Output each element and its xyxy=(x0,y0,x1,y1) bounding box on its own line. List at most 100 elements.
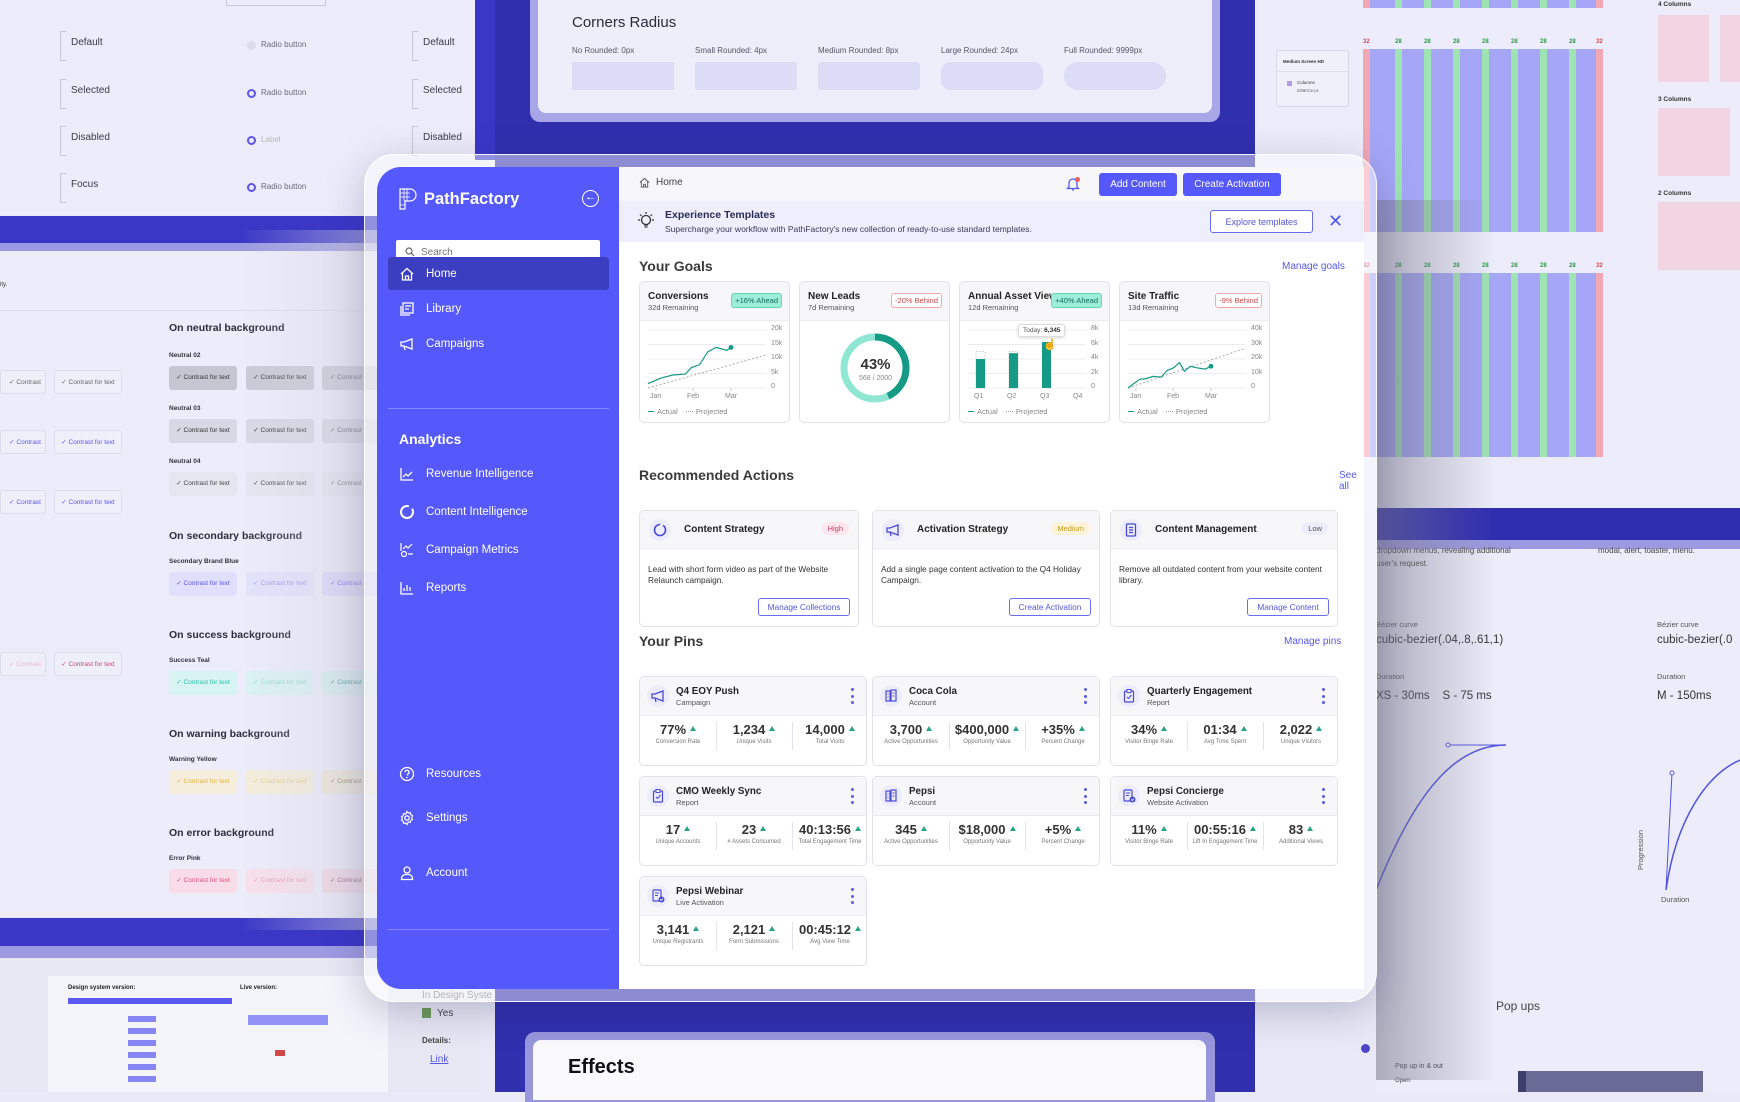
search-input[interactable] xyxy=(421,246,581,258)
trend-up-icon xyxy=(690,726,697,731)
sidebar-item-label: Campaigns xyxy=(426,337,485,350)
legend-projected-swatch xyxy=(685,411,693,412)
x-tick-label: Q2 xyxy=(1007,393,1017,400)
link-text[interactable]: Link xyxy=(430,1054,448,1065)
pin-card[interactable]: Pepsi Concierge Website Activation 11% Visi… xyxy=(1110,776,1338,866)
lightbulb-icon xyxy=(638,212,654,228)
goal-card[interactable]: Annual Asset Views 12d Remaining +40% Ahea… xyxy=(959,281,1110,423)
your-goals-title: Your Goals xyxy=(639,258,713,274)
radio-button-sample[interactable] xyxy=(247,41,256,50)
sidebar-item-campaign-metrics[interactable]: Campaign Metrics xyxy=(388,533,609,566)
more-options-icon[interactable] xyxy=(1083,788,1087,804)
pin-card[interactable]: Pepsi Webinar Live Activation 3,141 Unique … xyxy=(639,876,867,966)
pin-card[interactable]: Pepsi Account 345 Active Opportunities $18,0… xyxy=(872,776,1100,866)
collapse-sidebar-button[interactable]: ← xyxy=(582,190,599,207)
corner-radius-label: Large Rounded: 24px xyxy=(941,46,1018,55)
breadcrumb[interactable]: Home xyxy=(639,177,683,188)
sidebar-item-campaigns[interactable]: Campaigns xyxy=(388,327,609,360)
pin-metric: 40:13:56 Total Engagement Time xyxy=(792,822,866,845)
goal-card[interactable]: Site Traffic 13d Remaining -9% Behind 0 10k 2… xyxy=(1119,281,1270,423)
contrast-chip: ✓ Contrast for text xyxy=(169,419,237,443)
action-button[interactable]: Manage Content xyxy=(1247,598,1329,616)
notification-bell-icon[interactable] xyxy=(1066,176,1081,192)
action-button[interactable]: Manage Collections xyxy=(758,598,850,616)
bezier-curve-2 xyxy=(1665,759,1740,891)
add-content-button[interactable]: Add Content xyxy=(1099,173,1177,196)
brand-logo[interactable]: PathFactory xyxy=(398,187,519,211)
home-icon xyxy=(399,266,415,282)
priority-badge: High xyxy=(821,522,849,535)
motion-text-3: modal, alert, toaster, menu. xyxy=(1598,546,1695,555)
grid-gutter xyxy=(1540,49,1547,232)
radio-button-sample[interactable] xyxy=(247,183,256,192)
pin-card-header xyxy=(640,877,866,916)
live-version-label: Live version: xyxy=(240,985,278,991)
goal-card[interactable]: New Leads 7d Remaining -20% Behind 43% 568 /… xyxy=(799,281,950,423)
sidebar-item-settings[interactable]: Settings xyxy=(388,801,609,834)
y-tick-label: 10k xyxy=(1251,368,1263,376)
state-label-left: Selected xyxy=(71,85,110,96)
create-activation-button[interactable]: Create Activation xyxy=(1183,173,1281,196)
popup-preview xyxy=(1518,1071,1703,1092)
more-options-icon[interactable] xyxy=(850,688,854,704)
gutter-label: 28 xyxy=(1511,263,1518,269)
breadcrumb-home[interactable]: Home xyxy=(656,177,683,188)
more-options-icon[interactable] xyxy=(1321,788,1325,804)
help-icon xyxy=(399,766,415,782)
pin-card[interactable]: Quarterly Engagement Report 34% Visitor Bin… xyxy=(1110,676,1338,766)
corner-radius-label: Medium Rounded: 8px xyxy=(818,46,899,55)
gutter-label: 28 xyxy=(1453,39,1460,45)
radio-button-sample[interactable] xyxy=(247,89,256,98)
bar-tooltip: Today: 6,345 xyxy=(1018,324,1066,337)
sidebar-item-revenue-intelligence[interactable]: Revenue Intelligence xyxy=(388,457,609,490)
goal-card[interactable]: Conversions 32d Remaining +16% Ahead 0 5k 10k… xyxy=(639,281,790,423)
search-icon xyxy=(405,247,415,257)
contrast-chip: ✓ Contrast for text xyxy=(169,366,237,390)
legend-projected-swatch xyxy=(1005,411,1013,412)
manage-goals-link[interactable]: Manage goals xyxy=(1282,261,1345,272)
margin-label: 32 xyxy=(1596,263,1603,269)
more-options-icon[interactable] xyxy=(1083,688,1087,704)
sidebar-item-content-intelligence[interactable]: Content Intelligence xyxy=(388,495,609,528)
pin-card[interactable]: CMO Weekly Sync Report 17 Unique Accounts 23… xyxy=(639,776,867,866)
pin-card[interactable]: Coca Cola Account 3,700 Active Opportunitie… xyxy=(872,676,1100,766)
close-banner-icon[interactable]: ✕ xyxy=(1328,210,1343,232)
sidebar-item-library[interactable]: Library xyxy=(388,292,609,325)
contrast-sub-title: Warning Yellow xyxy=(169,756,217,763)
live-preview-buttons xyxy=(248,1015,328,1025)
explore-templates-button[interactable]: Explore templates xyxy=(1210,210,1313,233)
popups-title: Pop ups xyxy=(1496,999,1541,1013)
pin-title: Coca Cola xyxy=(909,686,957,697)
more-options-icon[interactable] xyxy=(850,788,854,804)
pathfactory-logo-icon xyxy=(399,188,417,210)
sidebar-item-home[interactable]: Home xyxy=(388,257,609,290)
grid-info-divider xyxy=(1277,71,1348,72)
sidebar-item-reports[interactable]: Reports xyxy=(388,571,609,604)
manage-pins-link[interactable]: Manage pins xyxy=(1284,636,1341,647)
pin-card[interactable]: Q4 EOY Push Campaign 77% Conversion Rate 1,2… xyxy=(639,676,867,766)
sidebar-item-account[interactable]: Account xyxy=(388,856,609,889)
pin-metric: $400,000 Opportunity Value xyxy=(949,722,1025,745)
contrast-section-title: On warning background xyxy=(169,728,290,740)
sidebar-item-resources[interactable]: Resources xyxy=(388,757,609,790)
bezier-label-1: Bézier curve xyxy=(1376,620,1418,629)
trend-up-icon xyxy=(920,826,927,831)
see-all-link[interactable]: See all xyxy=(1339,470,1364,492)
trend-up-icon xyxy=(1250,826,1257,831)
goal-remaining: 12d Remaining xyxy=(968,303,1019,312)
duration-label-1: Duration xyxy=(1376,672,1405,681)
contrast-sub-title: Success Teal xyxy=(169,657,210,664)
bg-band-bottom-light xyxy=(0,946,380,958)
more-options-icon[interactable] xyxy=(1321,688,1325,704)
action-button[interactable]: Create Activation xyxy=(1009,598,1091,616)
contrast-section-title: On error background xyxy=(169,827,275,839)
metric-label: Total Engagement Time xyxy=(798,839,862,845)
grid-gutter xyxy=(1482,49,1489,232)
contrast-chip-outline: ✓ Contrast for text xyxy=(54,370,122,394)
more-options-icon[interactable] xyxy=(850,888,854,904)
radio-button-sample[interactable] xyxy=(247,136,256,145)
durations-1: XS - 30ms S - 75 ms xyxy=(1376,690,1492,702)
metric-label: Conversion Rate xyxy=(655,739,701,745)
yes-swatch xyxy=(422,1008,431,1018)
trend-up-icon xyxy=(1160,826,1167,831)
